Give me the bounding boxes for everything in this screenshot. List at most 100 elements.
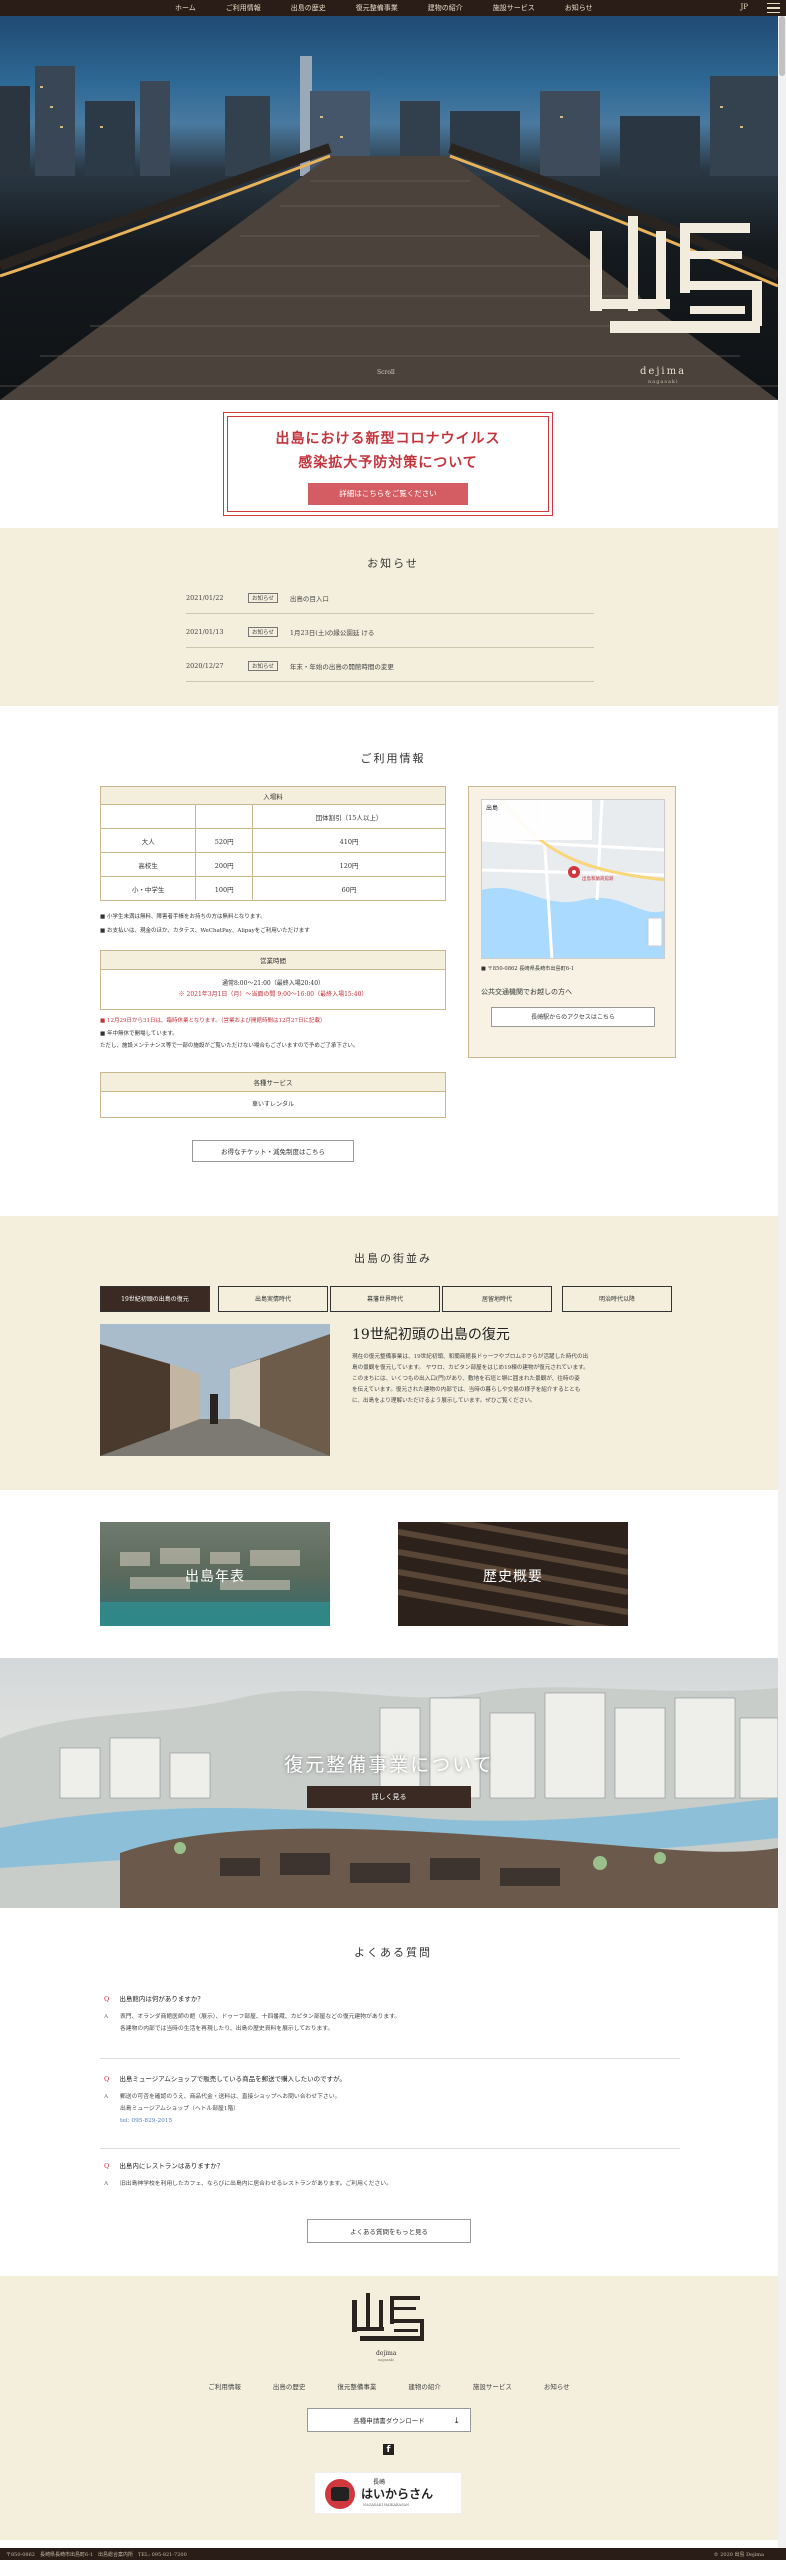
faq-answer: A 表門、オランダ商館医師の館（展示）、ドゥーフ部屋、十四番蔵、カピタン部屋など… (104, 2011, 400, 2035)
faq-question-text: 出島内にレストランはありますか？ (119, 2162, 224, 2170)
faq-more-button[interactable]: よくある質問をもっと見る (307, 2219, 471, 2243)
news-row[interactable]: 2021/01/22 お知らせ 出島の目入口 (186, 582, 594, 614)
hero-image: dejima nagasaki Scroll (0, 16, 778, 400)
question-mark: Q (104, 2075, 110, 2083)
nav-item-restoration[interactable]: 復元整備事業 (341, 3, 413, 13)
faq-question-text: 出島ミュージアムショップで販売している商品を郵送で購入したいのですが。 (119, 2075, 346, 2083)
faq-title: よくある質問 (354, 1946, 432, 1959)
streets-title: 出島の街並み (354, 1252, 432, 1265)
facebook-icon[interactable]: f (383, 2444, 394, 2455)
street-photo (100, 1324, 330, 1456)
nav-item-home[interactable]: ホーム (160, 3, 211, 13)
restoration-title: 復元整備事業について (284, 1754, 494, 1776)
faq-answer-line: 旧出島神学校を利用したカフェ、ならびに出島内に居合わせるレストランがあります。ご… (120, 2181, 392, 2187)
news-text: 年末・年始の出島の開館時間の変更 (289, 662, 394, 671)
haikarasan-banner[interactable]: 長崎 はいからさん NAGASAKI HAIKARASAN (314, 2472, 462, 2514)
street-photo-graphic (100, 1324, 330, 1456)
era-text-line: 島の景観を復元しています。 ヤワロ、カピタン部屋をはじめ19棟の建物が復元されて… (352, 1365, 589, 1371)
access-panel: 出島 出島和蘭商館跡 ■ 〒850-0862 長崎県長崎市出島町6-1 公共交通… (468, 786, 676, 1058)
top-nav-items: ホーム ご利用情報 出島の歴史 復元整備事業 建物の紹介 施設サービス お知らせ (160, 3, 608, 13)
transport-heading: 公共交通機関でお越しの方へ (481, 988, 572, 996)
faq-question[interactable]: Q 出島内にレストランはありますか？ (104, 2160, 223, 2170)
open-note: ■ 年中無休で開場しています。 (100, 1031, 178, 1037)
news-row[interactable]: 2021/01/13 お知らせ 1月23日(土)の縁公園延 ける (186, 616, 594, 648)
fee-group-price: 60円 (252, 876, 446, 901)
map-graphic (482, 800, 664, 958)
info-title: ご利用情報 (360, 752, 426, 765)
footer-address: 〒850-0862 長崎県長崎市出島町6-1 出島総合案内所 TEL: 095-… (6, 2552, 187, 2558)
era-text-line: に、出島をより理解いただけるよう展示しています。ぜひご覧ください。 (352, 1398, 536, 1404)
hours-header: 営業時間 (100, 950, 446, 970)
fee-header: 入場料 (100, 786, 446, 805)
hours-body: 通常8:00～21:00（最終入場20:40） ※ 2021年3月1日（月）～当… (100, 970, 446, 1010)
payment-note: ■ お支払いは、現金のほか、カタテス、WeChatPay、Alipayをご利用い… (100, 928, 310, 934)
scrollbar-thumb[interactable] (779, 16, 785, 76)
haikarasan-title: はいからさん (361, 2487, 434, 2501)
question-mark: Q (104, 1995, 110, 2003)
footer-nav-restoration[interactable]: 復元整備事業 (337, 2381, 376, 2391)
news-badge: お知らせ (248, 592, 278, 603)
footer-nav-buildings[interactable]: 建物の紹介 (408, 2381, 441, 2391)
fee-table: 入場料 団体割引（15人以上） 大人 520円 410円 高校生 200円 120円 小… (99, 786, 446, 901)
nav-item-info[interactable]: ご利用情報 (211, 3, 276, 13)
fee-label: 高校生 (99, 852, 197, 877)
forms-download-button[interactable]: 各種申請書ダウンロード ⤓ (307, 2408, 471, 2432)
fee-group-header: 団体割引（15人以上） (252, 804, 446, 829)
news-row[interactable]: 2020/12/27 お知らせ 年末・年始の出島の開館時間の変更 (186, 650, 594, 682)
faq-answer-line: 郵送の可否を確認のうえ、商品代金・送料は、直接ショップへお問い合わせ下さい。 (120, 2094, 341, 2100)
services-body: 車いすレンタル (100, 1092, 446, 1118)
faq-divider (100, 2058, 680, 2059)
footer-nav-news[interactable]: お知らせ (544, 2381, 570, 2391)
tab-era-5[interactable]: 明治時代以降 (562, 1286, 672, 1312)
faq-answer-line: 出島ミュージアムショップ（ヘトル部屋1階） (120, 2106, 240, 2112)
faq-answer: A 郵送の可否を確認のうえ、商品代金・送料は、直接ショップへお問い合わせ下さい。… (104, 2091, 340, 2127)
fee-label: 大人 (99, 828, 197, 853)
top-nav: ホーム ご利用情報 出島の歴史 復元整備事業 建物の紹介 施設サービス お知らせ… (0, 0, 786, 16)
map-place-name: 出島 (486, 805, 499, 812)
map-pin-label: 出島和蘭商館跡 (582, 877, 614, 882)
fee-note: ■ 小学生未満は無料、障害者手帳をお持ちの方は無料となります。 (100, 914, 266, 920)
faq-phone-link[interactable]: tel: 095-829-2015 (120, 2115, 340, 2127)
restoration-more-button[interactable]: 詳しく見る (307, 1786, 471, 1808)
language-switch[interactable]: JP (740, 3, 748, 11)
nav-item-buildings[interactable]: 建物の紹介 (413, 3, 478, 13)
tab-era-3[interactable]: 幕藩世界時代 (330, 1286, 440, 1312)
history-card-label: 歴史概要 (483, 1569, 543, 1585)
tab-era-4[interactable]: 居留地時代 (442, 1286, 552, 1312)
discount-ticket-button[interactable]: お得なチケット・減免制度はこちら (192, 1140, 354, 1162)
era-text-line: 現在の復元整備事業は、19世紀初頭、和蘭商館長ドゥーフやブロムホフらが活躍した時… (352, 1354, 589, 1360)
nav-item-history[interactable]: 出島の歴史 (276, 3, 341, 13)
hero-subtitle-sub: nagasaki (648, 379, 679, 385)
fee-blank (195, 804, 254, 829)
faq-question[interactable]: Q 出島ミュージアムショップで販売している商品を郵送で購入したいのですが。 (104, 2073, 346, 2083)
faq-question[interactable]: Q 出島館内は何がありますか？ (104, 1993, 204, 2003)
scroll-indicator[interactable]: Scroll (377, 369, 395, 376)
news-title: お知らせ (367, 557, 419, 570)
faq-divider (100, 2148, 680, 2149)
footer-nav-history[interactable]: 出島の歴史 (273, 2381, 306, 2391)
page-scrollbar[interactable] (778, 16, 786, 2548)
nav-item-services[interactable]: 施設サービス (478, 3, 550, 13)
footer-nav-info[interactable]: ご利用情報 (208, 2381, 241, 2391)
footer-nav-services[interactable]: 施設サービス (473, 2381, 512, 2391)
fee-group-price: 120円 (252, 852, 446, 877)
notice-details-button[interactable]: 詳細はこちらをご覧ください (308, 483, 468, 505)
nav-item-news[interactable]: お知らせ (550, 3, 608, 13)
google-map[interactable]: 出島 出島和蘭商館跡 (481, 799, 665, 959)
fee-group-price: 410円 (252, 828, 446, 853)
news-date: 2021/01/13 (186, 627, 224, 636)
tab-era-2[interactable]: 出島実情時代 (218, 1286, 328, 1312)
menu-icon[interactable] (767, 3, 780, 13)
footer-bar: 〒850-0862 長崎県長崎市出島町6-1 出島総合案内所 TEL: 095-… (0, 2548, 786, 2560)
fee-price: 100円 (195, 876, 254, 901)
history-card[interactable]: 歴史概要 (398, 1522, 628, 1626)
timeline-card[interactable]: 出島年表 (100, 1522, 330, 1626)
station-access-button[interactable]: 長崎駅からのアクセスはこちら (491, 1007, 655, 1027)
tab-early-19th-century[interactable]: 19世紀初頭の出島の復元 (100, 1286, 210, 1312)
fee-label: 小・中学生 (99, 876, 197, 901)
fee-blank (99, 804, 197, 829)
footer-dejima-logo[interactable] (346, 2290, 430, 2346)
fee-price: 520円 (195, 828, 254, 853)
faq-answer-line: 各建物の内部では当時の生活を再現したり、出島の歴史資料を展示しております。 (120, 2026, 334, 2032)
fee-price: 200円 (195, 852, 254, 877)
